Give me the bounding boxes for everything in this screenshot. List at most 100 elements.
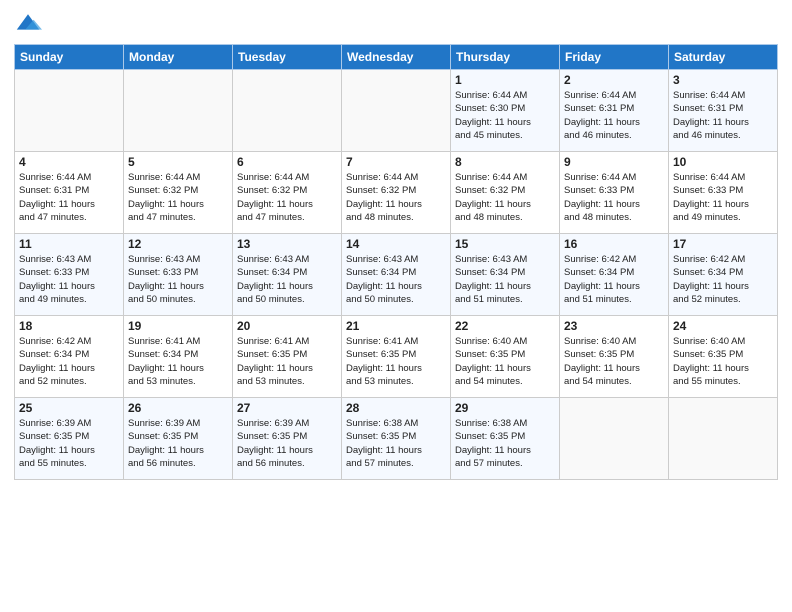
- weekday-header-friday: Friday: [560, 45, 669, 70]
- day-number: 2: [564, 73, 664, 87]
- calendar-cell: 20 Sunrise: 6:41 AM Sunset: 6:35 PM Dayli…: [233, 316, 342, 398]
- day-number: 23: [564, 319, 664, 333]
- day-number: 21: [346, 319, 446, 333]
- weekday-header-row: SundayMondayTuesdayWednesdayThursdayFrid…: [15, 45, 778, 70]
- calendar-cell: 3Sunrise: 6:44 AM Sunset: 6:31 PM Daylig…: [669, 70, 778, 152]
- day-number: 16: [564, 237, 664, 251]
- calendar-cell: 27 Sunrise: 6:39 AM Sunset: 6:35 PM Dayli…: [233, 398, 342, 480]
- day-number: 3: [673, 73, 773, 87]
- calendar-cell: 7 Sunrise: 6:44 AM Sunset: 6:32 PM Daylig…: [342, 152, 451, 234]
- day-info: Sunrise: 6:39 AM Sunset: 6:35 PM Dayligh…: [237, 417, 337, 470]
- logo-icon: [14, 10, 42, 38]
- day-number: 6: [237, 155, 337, 169]
- calendar-week-row: 25 Sunrise: 6:39 AM Sunset: 6:35 PM Dayli…: [15, 398, 778, 480]
- day-info: Sunrise: 6:39 AM Sunset: 6:35 PM Dayligh…: [128, 417, 228, 470]
- page: SundayMondayTuesdayWednesdayThursdayFrid…: [0, 0, 792, 612]
- day-info: Sunrise: 6:44 AM Sunset: 6:31 PM Dayligh…: [19, 171, 119, 224]
- day-number: 10: [673, 155, 773, 169]
- day-number: 11: [19, 237, 119, 251]
- day-info: Sunrise: 6:40 AM Sunset: 6:35 PM Dayligh…: [673, 335, 773, 388]
- calendar-cell: [342, 70, 451, 152]
- day-info: Sunrise: 6:44 AM Sunset: 6:30 PM Dayligh…: [455, 89, 555, 142]
- day-info: Sunrise: 6:40 AM Sunset: 6:35 PM Dayligh…: [564, 335, 664, 388]
- calendar-cell: [560, 398, 669, 480]
- day-info: Sunrise: 6:43 AM Sunset: 6:34 PM Dayligh…: [346, 253, 446, 306]
- day-info: Sunrise: 6:44 AM Sunset: 6:32 PM Dayligh…: [237, 171, 337, 224]
- day-number: 28: [346, 401, 446, 415]
- calendar-cell: [124, 70, 233, 152]
- day-number: 5: [128, 155, 228, 169]
- day-number: 15: [455, 237, 555, 251]
- day-info: Sunrise: 6:40 AM Sunset: 6:35 PM Dayligh…: [455, 335, 555, 388]
- day-info: Sunrise: 6:41 AM Sunset: 6:34 PM Dayligh…: [128, 335, 228, 388]
- calendar-cell: 4 Sunrise: 6:44 AM Sunset: 6:31 PM Daylig…: [15, 152, 124, 234]
- calendar-cell: [15, 70, 124, 152]
- day-info: Sunrise: 6:43 AM Sunset: 6:33 PM Dayligh…: [128, 253, 228, 306]
- calendar-cell: [233, 70, 342, 152]
- day-number: 17: [673, 237, 773, 251]
- day-number: 19: [128, 319, 228, 333]
- calendar-cell: 13 Sunrise: 6:43 AM Sunset: 6:34 PM Dayli…: [233, 234, 342, 316]
- calendar-cell: 19 Sunrise: 6:41 AM Sunset: 6:34 PM Dayli…: [124, 316, 233, 398]
- calendar-cell: 14 Sunrise: 6:43 AM Sunset: 6:34 PM Dayli…: [342, 234, 451, 316]
- calendar-cell: 21 Sunrise: 6:41 AM Sunset: 6:35 PM Dayli…: [342, 316, 451, 398]
- logo: [14, 10, 46, 38]
- day-number: 7: [346, 155, 446, 169]
- day-info: Sunrise: 6:44 AM Sunset: 6:31 PM Dayligh…: [564, 89, 664, 142]
- day-info: Sunrise: 6:43 AM Sunset: 6:33 PM Dayligh…: [19, 253, 119, 306]
- weekday-header-tuesday: Tuesday: [233, 45, 342, 70]
- calendar-cell: 8 Sunrise: 6:44 AM Sunset: 6:32 PM Daylig…: [451, 152, 560, 234]
- day-number: 20: [237, 319, 337, 333]
- day-info: Sunrise: 6:41 AM Sunset: 6:35 PM Dayligh…: [237, 335, 337, 388]
- day-number: 12: [128, 237, 228, 251]
- calendar-week-row: 11 Sunrise: 6:43 AM Sunset: 6:33 PM Dayli…: [15, 234, 778, 316]
- day-info: Sunrise: 6:43 AM Sunset: 6:34 PM Dayligh…: [237, 253, 337, 306]
- day-number: 25: [19, 401, 119, 415]
- calendar-week-row: 18 Sunrise: 6:42 AM Sunset: 6:34 PM Dayli…: [15, 316, 778, 398]
- calendar-week-row: 1Sunrise: 6:44 AM Sunset: 6:30 PM Daylig…: [15, 70, 778, 152]
- calendar-week-row: 4 Sunrise: 6:44 AM Sunset: 6:31 PM Daylig…: [15, 152, 778, 234]
- day-number: 13: [237, 237, 337, 251]
- weekday-header-monday: Monday: [124, 45, 233, 70]
- day-number: 24: [673, 319, 773, 333]
- day-info: Sunrise: 6:44 AM Sunset: 6:32 PM Dayligh…: [455, 171, 555, 224]
- calendar-cell: 25 Sunrise: 6:39 AM Sunset: 6:35 PM Dayli…: [15, 398, 124, 480]
- day-info: Sunrise: 6:43 AM Sunset: 6:34 PM Dayligh…: [455, 253, 555, 306]
- day-info: Sunrise: 6:42 AM Sunset: 6:34 PM Dayligh…: [564, 253, 664, 306]
- calendar-cell: 9 Sunrise: 6:44 AM Sunset: 6:33 PM Daylig…: [560, 152, 669, 234]
- header: [14, 10, 778, 38]
- calendar-cell: 11 Sunrise: 6:43 AM Sunset: 6:33 PM Dayli…: [15, 234, 124, 316]
- calendar-cell: 22 Sunrise: 6:40 AM Sunset: 6:35 PM Dayli…: [451, 316, 560, 398]
- day-info: Sunrise: 6:44 AM Sunset: 6:32 PM Dayligh…: [128, 171, 228, 224]
- day-number: 26: [128, 401, 228, 415]
- day-info: Sunrise: 6:44 AM Sunset: 6:33 PM Dayligh…: [673, 171, 773, 224]
- day-info: Sunrise: 6:44 AM Sunset: 6:33 PM Dayligh…: [564, 171, 664, 224]
- calendar-cell: 17Sunrise: 6:42 AM Sunset: 6:34 PM Dayli…: [669, 234, 778, 316]
- calendar-cell: 15 Sunrise: 6:43 AM Sunset: 6:34 PM Dayli…: [451, 234, 560, 316]
- day-info: Sunrise: 6:44 AM Sunset: 6:32 PM Dayligh…: [346, 171, 446, 224]
- weekday-header-sunday: Sunday: [15, 45, 124, 70]
- day-number: 9: [564, 155, 664, 169]
- calendar-cell: 24 Sunrise: 6:40 AM Sunset: 6:35 PM Dayli…: [669, 316, 778, 398]
- calendar-cell: 6 Sunrise: 6:44 AM Sunset: 6:32 PM Daylig…: [233, 152, 342, 234]
- day-number: 22: [455, 319, 555, 333]
- weekday-header-thursday: Thursday: [451, 45, 560, 70]
- day-info: Sunrise: 6:42 AM Sunset: 6:34 PM Dayligh…: [19, 335, 119, 388]
- day-number: 4: [19, 155, 119, 169]
- day-info: Sunrise: 6:41 AM Sunset: 6:35 PM Dayligh…: [346, 335, 446, 388]
- day-number: 18: [19, 319, 119, 333]
- day-number: 27: [237, 401, 337, 415]
- weekday-header-saturday: Saturday: [669, 45, 778, 70]
- calendar-cell: 16 Sunrise: 6:42 AM Sunset: 6:34 PM Dayli…: [560, 234, 669, 316]
- calendar-table: SundayMondayTuesdayWednesdayThursdayFrid…: [14, 44, 778, 480]
- calendar-cell: [669, 398, 778, 480]
- day-number: 8: [455, 155, 555, 169]
- day-info: Sunrise: 6:39 AM Sunset: 6:35 PM Dayligh…: [19, 417, 119, 470]
- day-info: Sunrise: 6:38 AM Sunset: 6:35 PM Dayligh…: [455, 417, 555, 470]
- calendar-cell: 26 Sunrise: 6:39 AM Sunset: 6:35 PM Dayli…: [124, 398, 233, 480]
- weekday-header-wednesday: Wednesday: [342, 45, 451, 70]
- calendar-cell: 10 Sunrise: 6:44 AM Sunset: 6:33 PM Dayli…: [669, 152, 778, 234]
- day-number: 14: [346, 237, 446, 251]
- calendar-cell: 1Sunrise: 6:44 AM Sunset: 6:30 PM Daylig…: [451, 70, 560, 152]
- calendar-cell: 18 Sunrise: 6:42 AM Sunset: 6:34 PM Dayli…: [15, 316, 124, 398]
